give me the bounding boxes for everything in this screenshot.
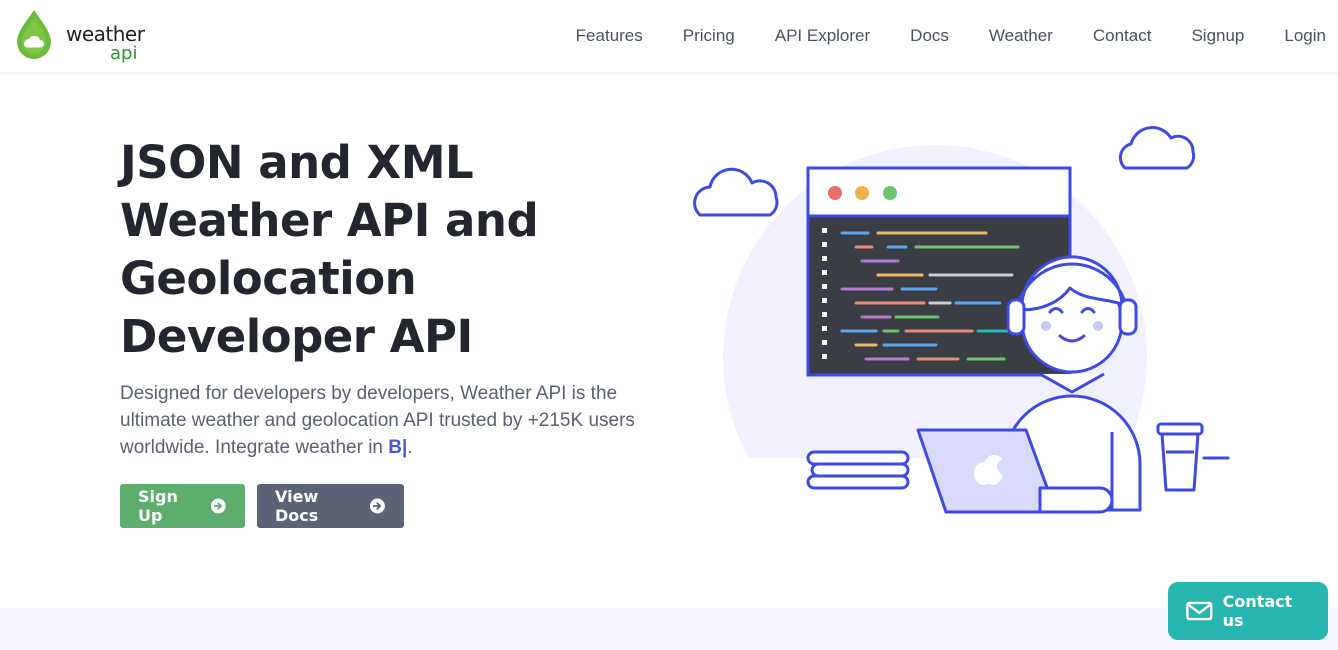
hero-description-end: .: [407, 437, 413, 458]
hero-description: Designed for developers by developers, W…: [120, 380, 660, 461]
nav-login[interactable]: Login: [1284, 26, 1326, 46]
typed-text: B|: [388, 437, 408, 458]
view-docs-label: View Docs: [275, 487, 319, 525]
nav-features[interactable]: Features: [576, 26, 643, 46]
main-nav: Features Pricing API Explorer Docs Weath…: [548, 0, 1338, 72]
contact-us-widget[interactable]: Contact us: [1168, 582, 1328, 640]
sign-up-label: Sign Up: [138, 487, 178, 525]
lower-band: [0, 608, 1338, 650]
hero-title-line: Geolocation: [120, 252, 417, 305]
arrow-circle-right-icon: [370, 498, 386, 514]
books-icon: [806, 450, 910, 490]
nav-docs[interactable]: Docs: [910, 26, 949, 46]
contact-us-label: Contact us: [1222, 592, 1293, 630]
site-header: weather api Features Pricing API Explore…: [0, 0, 1338, 72]
nav-weather[interactable]: Weather: [989, 26, 1053, 46]
sign-up-button[interactable]: Sign Up: [120, 484, 245, 528]
view-docs-button[interactable]: View Docs: [257, 484, 404, 528]
arrow-circle-right-icon: [211, 498, 227, 514]
droplet-logo-icon: [17, 10, 51, 59]
cloud-icon: [693, 167, 779, 217]
hero-section: JSON and XML Weather API and Geolocation…: [0, 72, 1338, 608]
hero-description-text: Designed for developers by developers, W…: [120, 383, 635, 458]
nav-api-explorer[interactable]: API Explorer: [775, 26, 870, 46]
nav-pricing[interactable]: Pricing: [683, 26, 735, 46]
cloud-icon: [1118, 126, 1196, 170]
hero-title: JSON and XML Weather API and Geolocation…: [120, 134, 580, 366]
hero-title-line: JSON and XML: [120, 136, 474, 189]
nav-signup[interactable]: Signup: [1191, 26, 1244, 46]
brand-logo[interactable]: weather api: [14, 8, 145, 64]
envelope-icon: [1186, 601, 1213, 621]
hero-title-line: Weather API and: [120, 194, 539, 247]
nav-contact[interactable]: Contact: [1093, 26, 1152, 46]
brand-name-line2: api: [110, 43, 138, 64]
developer-illustration: [680, 126, 1240, 522]
hero-title-line: Developer API: [120, 310, 473, 363]
